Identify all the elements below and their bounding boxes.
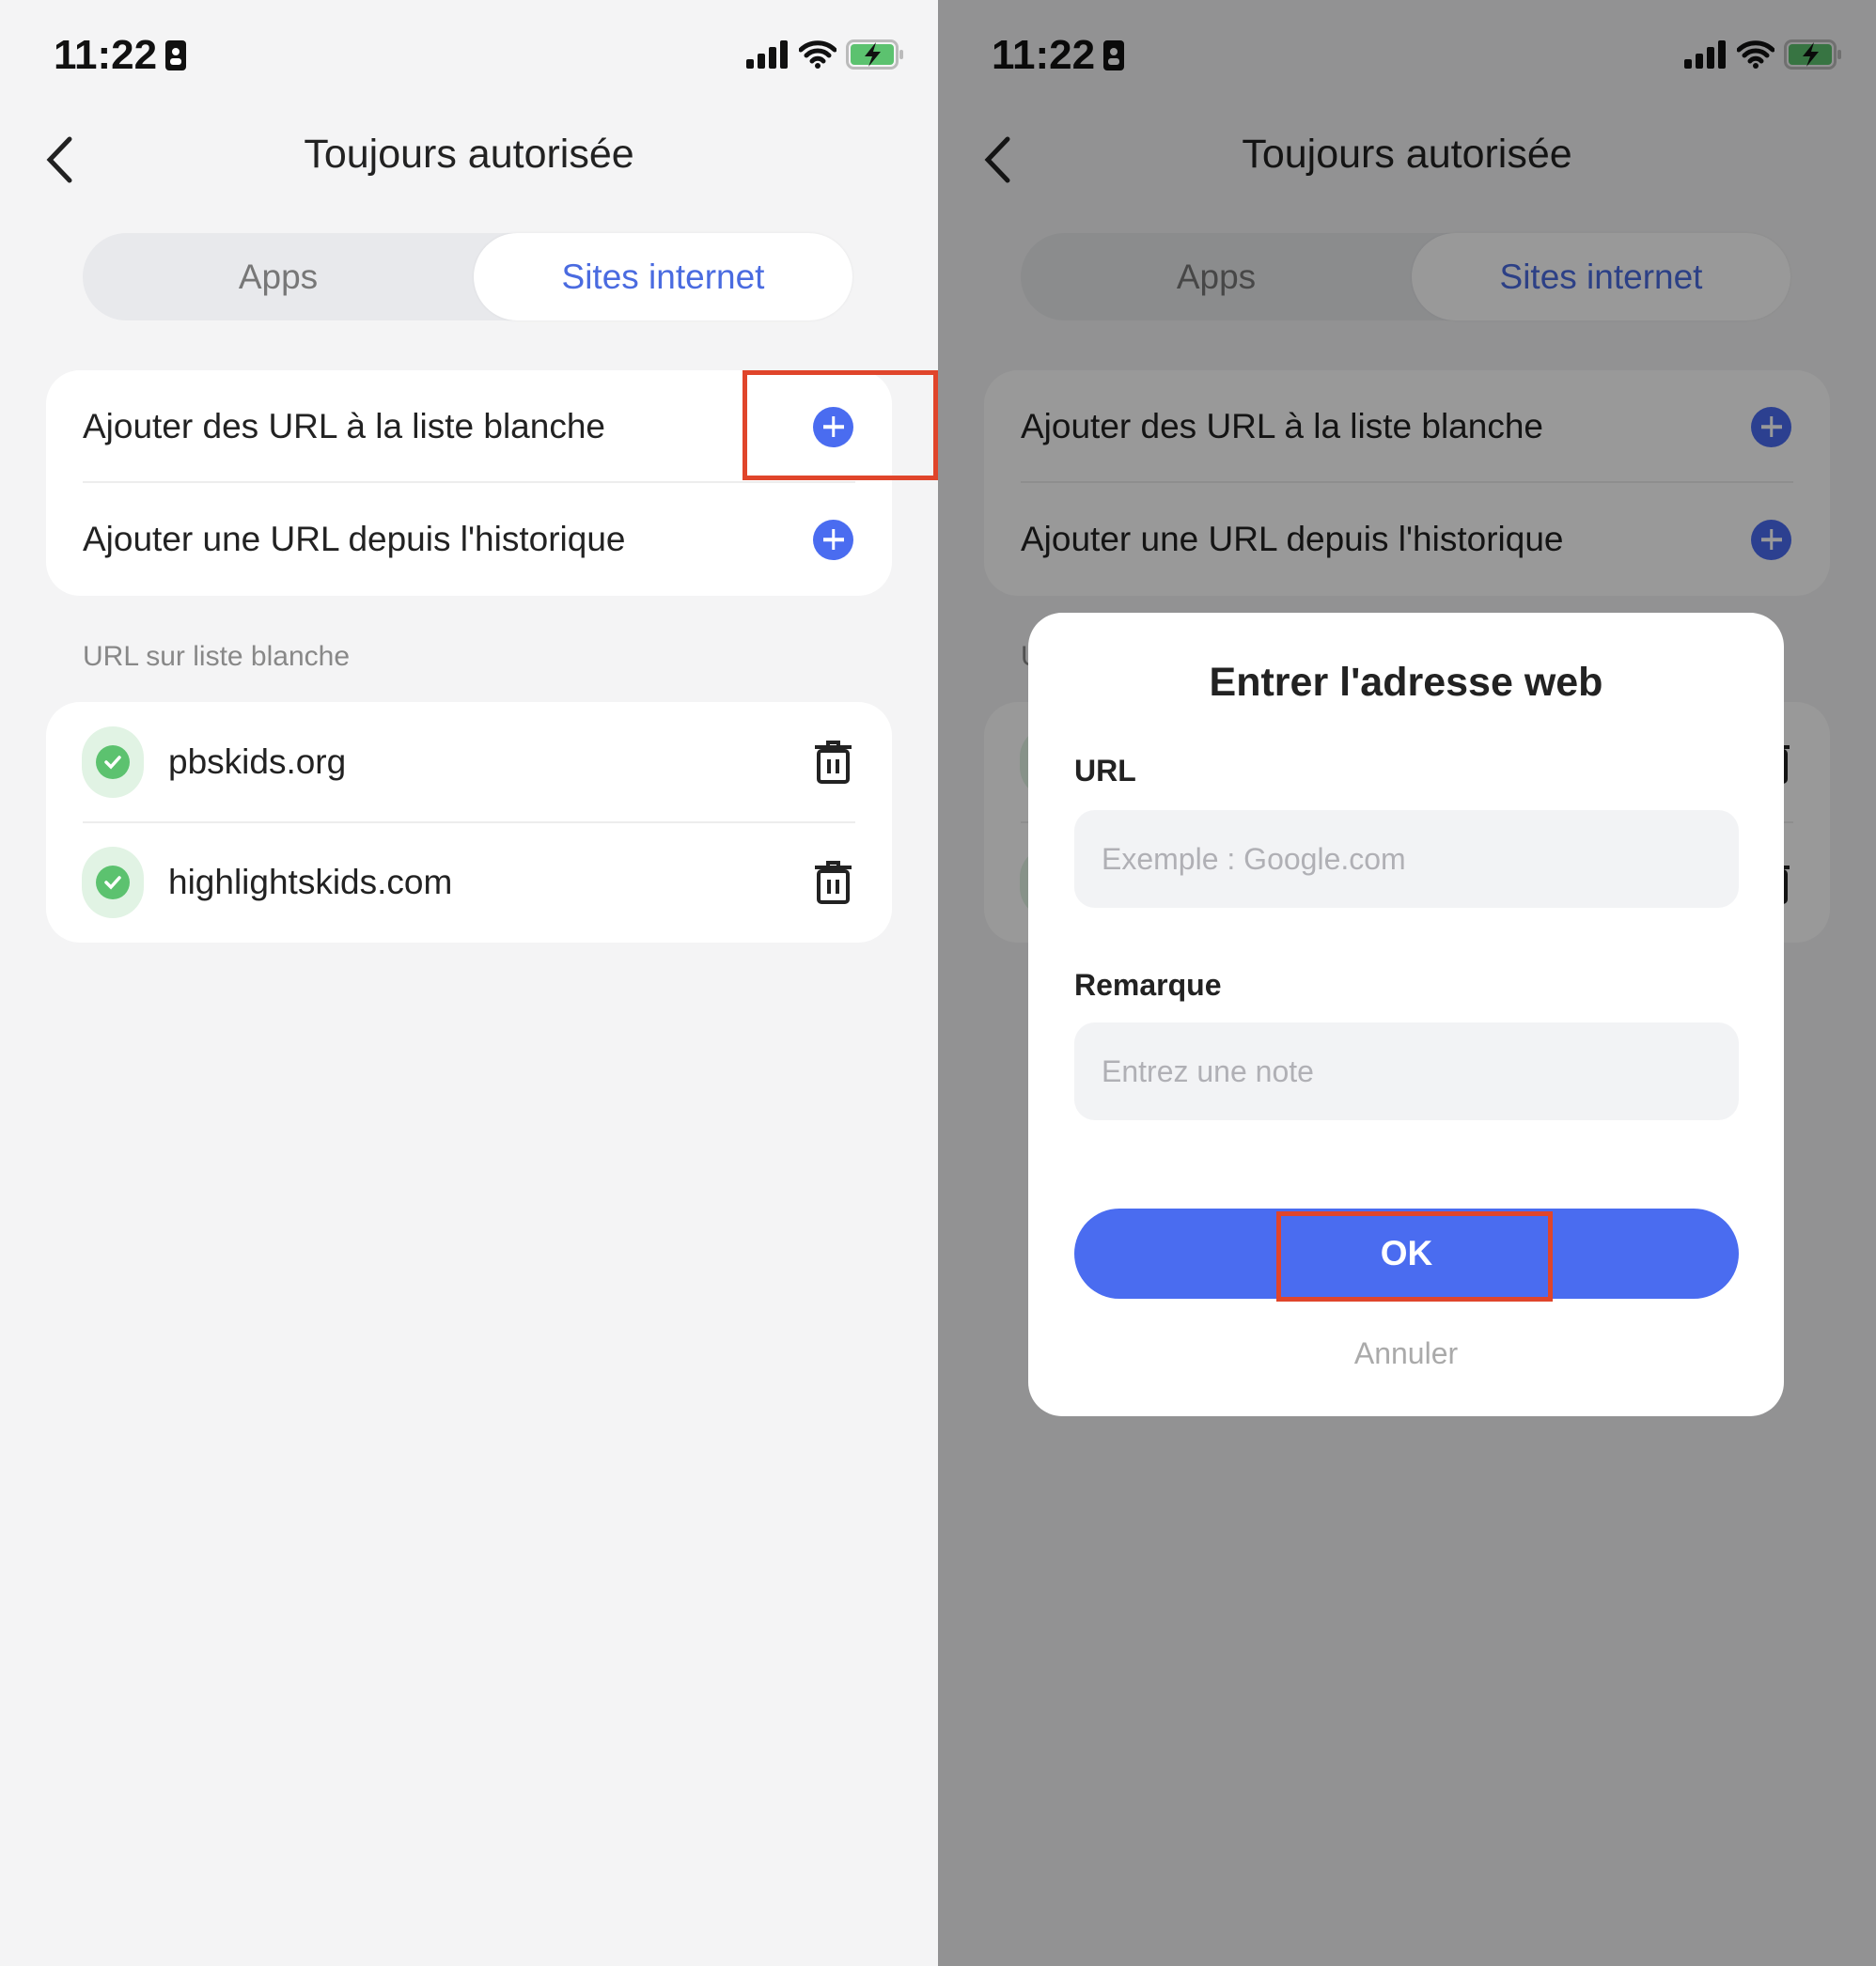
note-input[interactable]: Entrez une note — [1074, 1022, 1739, 1120]
time-text: 11:22 — [54, 32, 158, 78]
plus-circle-icon[interactable] — [813, 519, 853, 560]
note-input-placeholder: Entrez une note — [1102, 1053, 1314, 1088]
status-icons — [746, 39, 904, 70]
note-label: Remarque — [1074, 968, 1222, 1002]
trash-icon[interactable] — [813, 861, 853, 904]
enter-url-dialog: Entrer l'adresse web URL Exemple : Googl… — [1028, 613, 1784, 1416]
contact-card-icon — [165, 40, 187, 70]
page-title: Toujours autorisée — [304, 132, 634, 177]
url-input-placeholder: Exemple : Google.com — [1102, 841, 1406, 876]
highlight-box — [1276, 1211, 1553, 1302]
list-item: pbskids.org — [46, 702, 892, 822]
add-url-history-label: Ajouter une URL depuis l'historique — [83, 520, 626, 558]
highlight-box — [743, 370, 938, 480]
whitelist-url: pbskids.org — [168, 742, 347, 781]
check-circle-icon — [82, 726, 144, 798]
whitelist-card: pbskids.org highlightskids.com — [46, 702, 892, 943]
tab-sites-internet[interactable]: Sites internet — [474, 233, 852, 320]
cellular-signal-icon — [746, 40, 788, 69]
trash-icon[interactable] — [813, 741, 853, 784]
screen-add-url-dialog: 11:22 Toujours autorisée Apps Sites inte… — [938, 0, 1876, 1966]
check-circle-icon — [82, 847, 144, 918]
dialog-title: Entrer l'adresse web — [1209, 660, 1603, 705]
url-label: URL — [1074, 754, 1136, 788]
whitelist-url: highlightskids.com — [168, 863, 453, 901]
screen-whitelist: 11:22 Toujours autorisée Apps Sites inte… — [0, 0, 938, 1966]
status-time: 11:22 — [54, 32, 187, 79]
tab-apps[interactable]: Apps — [83, 233, 474, 320]
add-url-whitelist-label: Ajouter des URL à la liste blanche — [83, 407, 605, 445]
cancel-button[interactable]: Annuler — [1028, 1336, 1784, 1371]
wifi-icon — [799, 40, 836, 69]
list-item: highlightskids.com — [46, 822, 892, 943]
url-input[interactable]: Exemple : Google.com — [1074, 810, 1739, 908]
add-url-history-row[interactable]: Ajouter une URL depuis l'historique — [46, 483, 892, 596]
section-label: URL sur liste blanche — [83, 641, 351, 672]
segmented-control: Apps Sites internet — [83, 233, 852, 320]
battery-charging-icon — [846, 39, 903, 70]
